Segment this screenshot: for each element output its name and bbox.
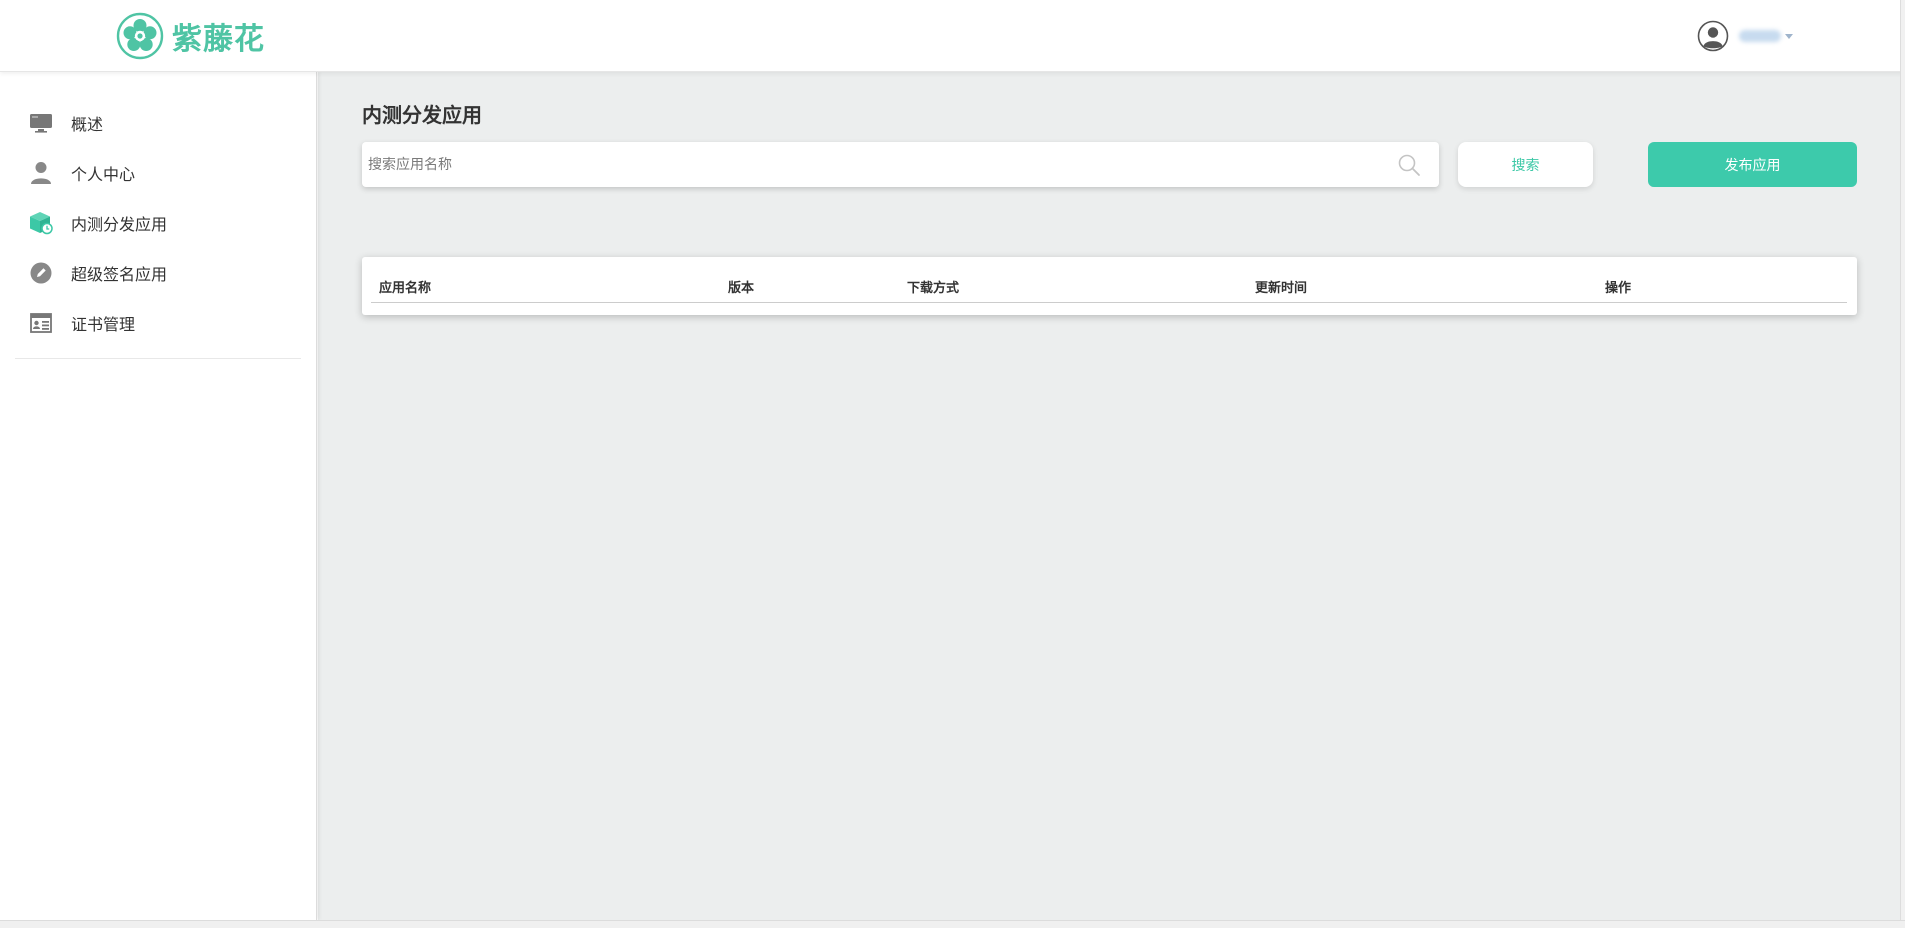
sidebar-item-label: 个人中心 — [71, 165, 136, 184]
apps-table: 应用名称 版本 下载方式 更新时间 操作 — [362, 257, 1857, 315]
brand-name: 紫藤花 — [172, 22, 265, 57]
page-title: 内测分发应用 — [362, 103, 482, 127]
column-header-actions[interactable]: 操作 — [1605, 277, 1631, 296]
username-blurred — [1739, 30, 1781, 42]
top-header: 紫藤花 — [0, 0, 1905, 72]
search-button[interactable]: 搜索 — [1458, 142, 1593, 187]
package-icon — [29, 211, 53, 235]
user-icon — [29, 161, 53, 185]
publish-app-button[interactable]: 发布应用 — [1648, 142, 1857, 187]
monitor-icon — [29, 111, 53, 135]
window-bottom-edge — [0, 920, 1905, 928]
avatar-icon — [1697, 20, 1729, 52]
sidebar-item-certificates[interactable]: 证书管理 — [0, 298, 316, 348]
window-right-edge — [1900, 0, 1905, 928]
sidebar-item-super-sign[interactable]: 超级签名应用 — [0, 248, 316, 298]
sidebar-item-beta-apps[interactable]: 内测分发应用 — [0, 198, 316, 248]
column-header-updated-time[interactable]: 更新时间 — [1255, 277, 1307, 296]
certificate-icon — [29, 311, 53, 335]
sidebar-divider — [15, 358, 301, 359]
sidebar-item-label: 概述 — [71, 115, 104, 134]
brand-logo[interactable]: 紫藤花 — [116, 12, 265, 60]
flower-logo-icon — [116, 12, 164, 60]
chevron-down-icon — [1785, 33, 1793, 39]
column-header-version[interactable]: 版本 — [728, 277, 754, 296]
table-header: 应用名称 版本 下载方式 更新时间 操作 — [371, 257, 1847, 303]
column-header-download-method[interactable]: 下载方式 — [907, 277, 959, 296]
sidebar-item-label: 超级签名应用 — [71, 265, 168, 284]
sidebar-item-label: 证书管理 — [71, 315, 136, 334]
sidebar-item-overview[interactable]: 概述 — [0, 98, 316, 148]
search-icon[interactable] — [1397, 153, 1421, 177]
sidebar-item-label: 内测分发应用 — [71, 215, 168, 234]
sidebar-item-profile[interactable]: 个人中心 — [0, 148, 316, 198]
pen-icon — [29, 261, 53, 285]
user-menu[interactable] — [1697, 19, 1793, 53]
search-box — [362, 142, 1439, 187]
main-content: 内测分发应用 搜索 发布应用 应用名称 版本 下载方式 更新时间 操作 — [318, 72, 1900, 920]
column-header-app-name[interactable]: 应用名称 — [379, 277, 431, 296]
search-input[interactable] — [362, 142, 1397, 187]
sidebar-nav: 概述 个人中心 内测分发应用 超级签名应用 证书管理 — [0, 72, 316, 348]
sidebar: 概述 个人中心 内测分发应用 超级签名应用 证书管理 — [0, 72, 317, 920]
app-window: 紫藤花 概述 个人中心 内测分发应用 超级签名应用 证书管理 内测分发应用 搜索… — [0, 0, 1905, 928]
